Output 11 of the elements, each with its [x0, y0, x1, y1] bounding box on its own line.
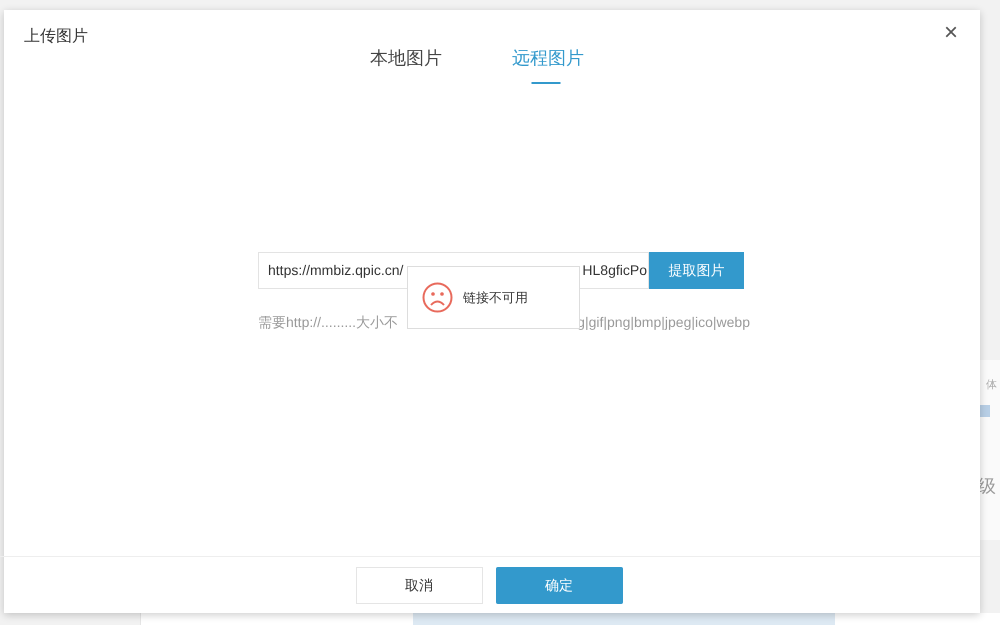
close-button[interactable]: ×: [944, 21, 958, 45]
hint-text: 需要http://.........大小不: [258, 313, 398, 332]
cancel-button[interactable]: 取消: [356, 567, 482, 604]
dialog-title: 上传图片: [24, 26, 88, 47]
url-text: HL8gficPo: [582, 261, 647, 280]
hint-text: g|gif|png|bmp|jpeg|ico|webp: [577, 313, 750, 332]
tab[interactable]: 本地图片: [370, 45, 442, 84]
sad-face-icon: [422, 282, 453, 313]
toast-message: 链接不可用: [463, 288, 528, 307]
toolbar-label: 体: [986, 378, 997, 393]
url-text: https://mmbiz.qpic.cn/: [268, 261, 404, 280]
